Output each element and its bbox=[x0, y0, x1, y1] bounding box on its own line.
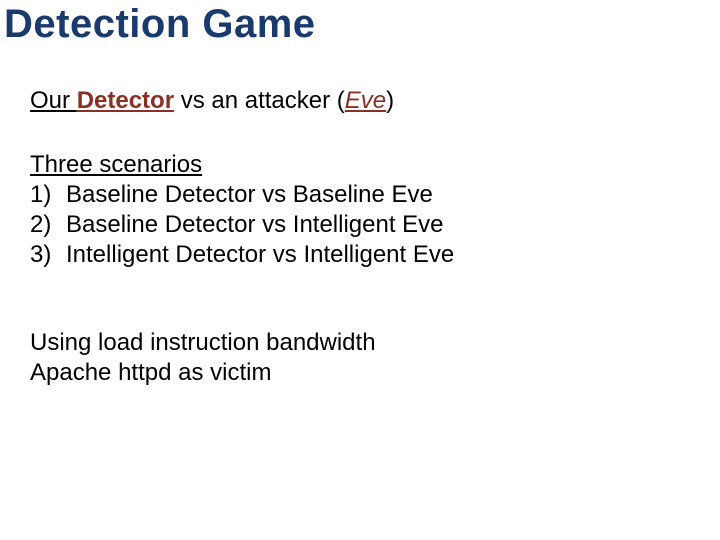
slide-body: Our Detector vs an attacker (Eve) Three … bbox=[30, 86, 690, 388]
closing-line-2: Apache httpd as victim bbox=[30, 358, 690, 388]
slide: Detection Game Our Detector vs an attack… bbox=[0, 0, 720, 540]
closing-line-1: Using load instruction bandwidth bbox=[30, 328, 690, 358]
intro-middle: vs an attacker ( bbox=[174, 87, 345, 114]
slide-title: Detection Game bbox=[4, 2, 316, 47]
item-text: Intelligent Detector vs Intelligent Eve bbox=[66, 240, 454, 270]
intro-prefix: Our bbox=[30, 87, 77, 114]
detector-word: Detector bbox=[77, 87, 174, 114]
closing-block: Using load instruction bandwidth Apache … bbox=[30, 328, 690, 388]
list-item: 2) Baseline Detector vs Intelligent Eve bbox=[30, 210, 690, 240]
item-text: Baseline Detector vs Baseline Eve bbox=[66, 180, 433, 210]
intro-line: Our Detector vs an attacker (Eve) bbox=[30, 86, 690, 116]
list-item: 1) Baseline Detector vs Baseline Eve bbox=[30, 180, 690, 210]
list-item: 3) Intelligent Detector vs Intelligent E… bbox=[30, 240, 690, 270]
scenarios-heading: Three scenarios bbox=[30, 150, 690, 180]
item-number: 1) bbox=[30, 180, 66, 210]
eve-word: Eve bbox=[345, 87, 386, 114]
item-text: Baseline Detector vs Intelligent Eve bbox=[66, 210, 444, 240]
scenario-list: 1) Baseline Detector vs Baseline Eve 2) … bbox=[30, 180, 690, 270]
item-number: 3) bbox=[30, 240, 66, 270]
item-number: 2) bbox=[30, 210, 66, 240]
intro-suffix: ) bbox=[386, 87, 394, 114]
